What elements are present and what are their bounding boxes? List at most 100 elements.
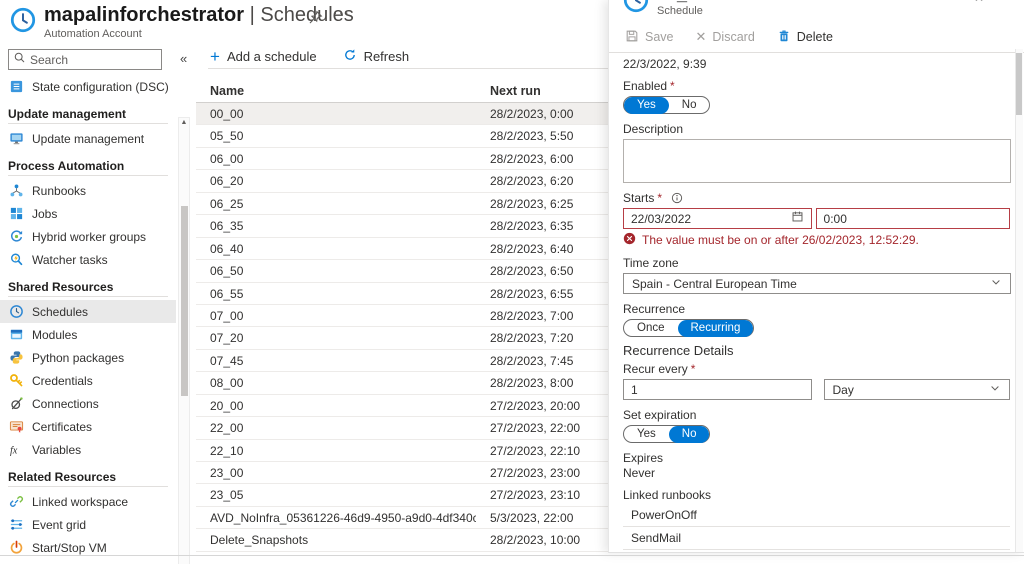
toggle-option-no[interactable]: No — [669, 426, 710, 443]
sidebar-item-start-stop-vm[interactable]: Start/Stop VM — [0, 536, 176, 555]
delete-button[interactable]: Delete — [777, 29, 833, 46]
linked-runbook-item[interactable]: PowerOnOff — [623, 504, 1010, 527]
table-row[interactable]: 08_0028/2/2023, 8:00 — [196, 372, 608, 394]
next-run-value: 28/2/2023, 6:40 — [490, 238, 573, 260]
schedule-clock-icon — [623, 0, 649, 13]
sidebar-item-connections[interactable]: Connections — [0, 392, 176, 415]
next-run-value: 27/2/2023, 23:10 — [490, 484, 580, 506]
recur-interval-input[interactable] — [631, 383, 804, 397]
table-row[interactable]: 22_1027/2/2023, 22:10 — [196, 440, 608, 462]
schedule-name: 07_20 — [196, 327, 243, 349]
linked-runbook-item[interactable]: SendMail — [623, 527, 1010, 550]
table-row[interactable]: AVD_NoInfra_05361226-46d9-4950-a9d0-4df3… — [196, 507, 608, 529]
table-row[interactable]: 06_2028/2/2023, 6:20 — [196, 170, 608, 192]
table-row[interactable]: 07_0028/2/2023, 7:00 — [196, 305, 608, 327]
sidebar-item-modules[interactable]: Modules — [0, 323, 176, 346]
table-row[interactable]: 06_5028/2/2023, 6:50 — [196, 260, 608, 282]
schedule-name: 22_00 — [196, 417, 243, 439]
info-icon[interactable] — [671, 192, 683, 204]
pin-icon[interactable] — [308, 10, 323, 25]
sidebar-item-schedules[interactable]: Schedules — [0, 300, 176, 323]
recur-interval-field[interactable] — [623, 379, 812, 400]
linked-runbooks-list: PowerOnOffSendMail — [623, 504, 1010, 550]
refresh-button[interactable]: Refresh — [343, 48, 410, 65]
table-row[interactable]: 05_50 28/2/2023, 5:50 — [196, 125, 608, 147]
table-row[interactable]: 20_0027/2/2023, 20:00 — [196, 395, 608, 417]
recur-unit-select[interactable]: Day — [824, 379, 1011, 400]
sidebar-item-watcher-tasks[interactable]: Watcher tasks — [0, 248, 176, 271]
sidebar-item-update-management[interactable]: Update management — [0, 127, 176, 150]
panel-scrollbar[interactable] — [1015, 49, 1023, 552]
table-row[interactable]: Delete_Snapshots28/2/2023, 10:00 — [196, 529, 608, 551]
start-date-field[interactable] — [623, 208, 812, 229]
timezone-label: Time zone — [623, 256, 1010, 270]
toggle-option-once[interactable]: Once — [624, 320, 678, 337]
start-time-field[interactable] — [816, 208, 1010, 229]
column-header-next-run[interactable]: Next run — [490, 79, 541, 103]
sidebar-item-variables[interactable]: fxVariables — [0, 438, 176, 461]
table-row[interactable]: 00_0028/2/2023, 0:00 — [196, 103, 608, 125]
table-row[interactable]: 07_4528/2/2023, 7:45 — [196, 350, 608, 372]
discard-button[interactable]: ✕ Discard — [696, 29, 755, 45]
scroll-up-icon[interactable]: ▲ — [179, 119, 189, 126]
sidebar-item-state-configuration-dsc[interactable]: State configuration (DSC) — [0, 75, 176, 98]
sidebar-search[interactable] — [8, 49, 162, 70]
sidebar-item-linked-workspace[interactable]: Linked workspace — [0, 490, 176, 513]
recurrence-toggle[interactable]: OnceRecurring — [623, 319, 754, 337]
table-row[interactable]: 22_0027/2/2023, 22:00 — [196, 417, 608, 439]
toggle-option-yes[interactable]: Yes — [624, 97, 669, 114]
schedule-name: AVD_NoInfra_05361226-46d9-4950-a9d0-4df3… — [196, 507, 476, 529]
key-icon — [9, 373, 24, 388]
toggle-option-no[interactable]: No — [669, 97, 710, 114]
schedule-name: Delete_Snapshots — [196, 529, 308, 551]
table-row[interactable]: 07_20 28/2/2023, 7:20 — [196, 327, 608, 349]
schedule-name: 07_45 — [196, 350, 243, 372]
sidebar-item-certificates[interactable]: Certificates — [0, 415, 176, 438]
more-menu-icon[interactable]: ··· — [333, 4, 350, 20]
panel-scroll-thumb[interactable] — [1016, 53, 1022, 115]
schedule-name: 05_50 — [196, 125, 243, 147]
description-textarea[interactable] — [623, 139, 1011, 183]
python-icon — [9, 350, 24, 365]
add-schedule-button[interactable]: + Add a schedule — [210, 48, 317, 65]
table-row[interactable]: 06_2528/2/2023, 6:25 — [196, 193, 608, 215]
sidebar-item-jobs[interactable]: Jobs — [0, 202, 176, 225]
start-date-input[interactable] — [631, 212, 787, 226]
plug-icon — [9, 396, 24, 411]
toggle-option-yes[interactable]: Yes — [624, 426, 669, 443]
next-run-value: 28/2/2023, 5:50 — [490, 125, 573, 147]
expiration-toggle[interactable]: YesNo — [623, 425, 710, 443]
toggle-option-recurring[interactable]: Recurring — [678, 320, 754, 337]
next-run-value: 28/2/2023, 6:50 — [490, 260, 573, 282]
sidebar-item-runbooks[interactable]: Runbooks — [0, 179, 176, 202]
panel-window-controls[interactable]: ✕ — [974, 0, 994, 5]
column-header-name[interactable]: Name — [196, 84, 244, 98]
table-row[interactable]: 06_4028/2/2023, 6:40 — [196, 238, 608, 260]
sidebar-collapse-button[interactable]: « — [180, 51, 187, 66]
panel-header: 00_00 ··· ✕ Schedule — [609, 0, 1024, 26]
save-button[interactable]: Save — [625, 29, 674, 46]
schedule-name: 23_00 — [196, 462, 243, 484]
next-run-value: 27/2/2023, 23:00 — [490, 462, 580, 484]
table-row[interactable]: 06_3528/2/2023, 6:35 — [196, 215, 608, 237]
next-run-value: 28/2/2023, 7:20 — [490, 327, 573, 349]
start-time-input[interactable] — [824, 212, 1002, 226]
sidebar-scroll-thumb[interactable] — [181, 206, 188, 396]
sidebar-item-hybrid-worker-groups[interactable]: Hybrid worker groups — [0, 225, 176, 248]
timezone-select[interactable]: Spain - Central European Time — [623, 273, 1011, 294]
set-expiration-label: Set expiration — [623, 408, 1010, 422]
table-row[interactable]: 06_5528/2/2023, 6:55 — [196, 283, 608, 305]
calendar-icon[interactable] — [787, 210, 804, 228]
enabled-toggle[interactable]: YesNo — [623, 96, 710, 114]
sidebar-item-event-grid[interactable]: Event grid — [0, 513, 176, 536]
sidebar-scrollbar[interactable]: ▲ ▼ — [178, 117, 190, 564]
schedule-name: 23_05 — [196, 484, 243, 506]
sidebar-item-python-packages[interactable]: Python packages — [0, 346, 176, 369]
page-bottom-divider — [0, 555, 1024, 556]
table-row[interactable]: 06_0028/2/2023, 6:00 — [196, 148, 608, 170]
table-row[interactable]: 23_00 27/2/2023, 23:00 — [196, 462, 608, 484]
search-input[interactable] — [30, 53, 157, 67]
panel-more-icon[interactable]: ··· — [737, 0, 750, 3]
sidebar-item-credentials[interactable]: Credentials — [0, 369, 176, 392]
table-row[interactable]: 23_05 27/2/2023, 23:10 — [196, 484, 608, 506]
